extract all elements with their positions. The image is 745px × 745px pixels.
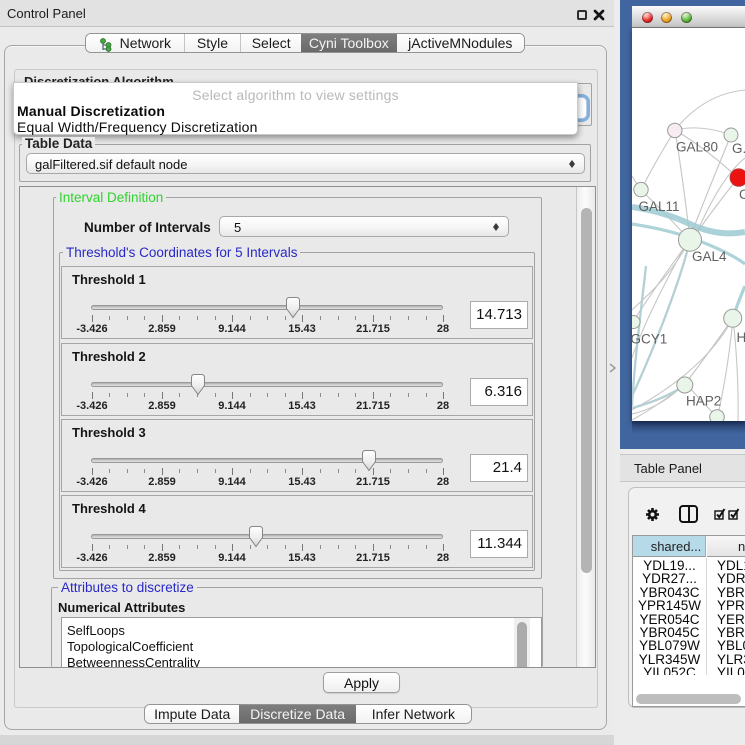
svg-text:H: H [737,330,745,345]
svg-text:C: C [739,187,745,202]
svg-text:GCY1: GCY1 [632,332,667,347]
svg-text:GAL80: GAL80 [676,140,718,155]
svg-text:HAP2: HAP2 [686,394,721,409]
svg-text:GAL4: GAL4 [692,249,727,264]
svg-text:GAL11: GAL11 [639,199,680,214]
svg-text:G.: G. [732,141,745,156]
